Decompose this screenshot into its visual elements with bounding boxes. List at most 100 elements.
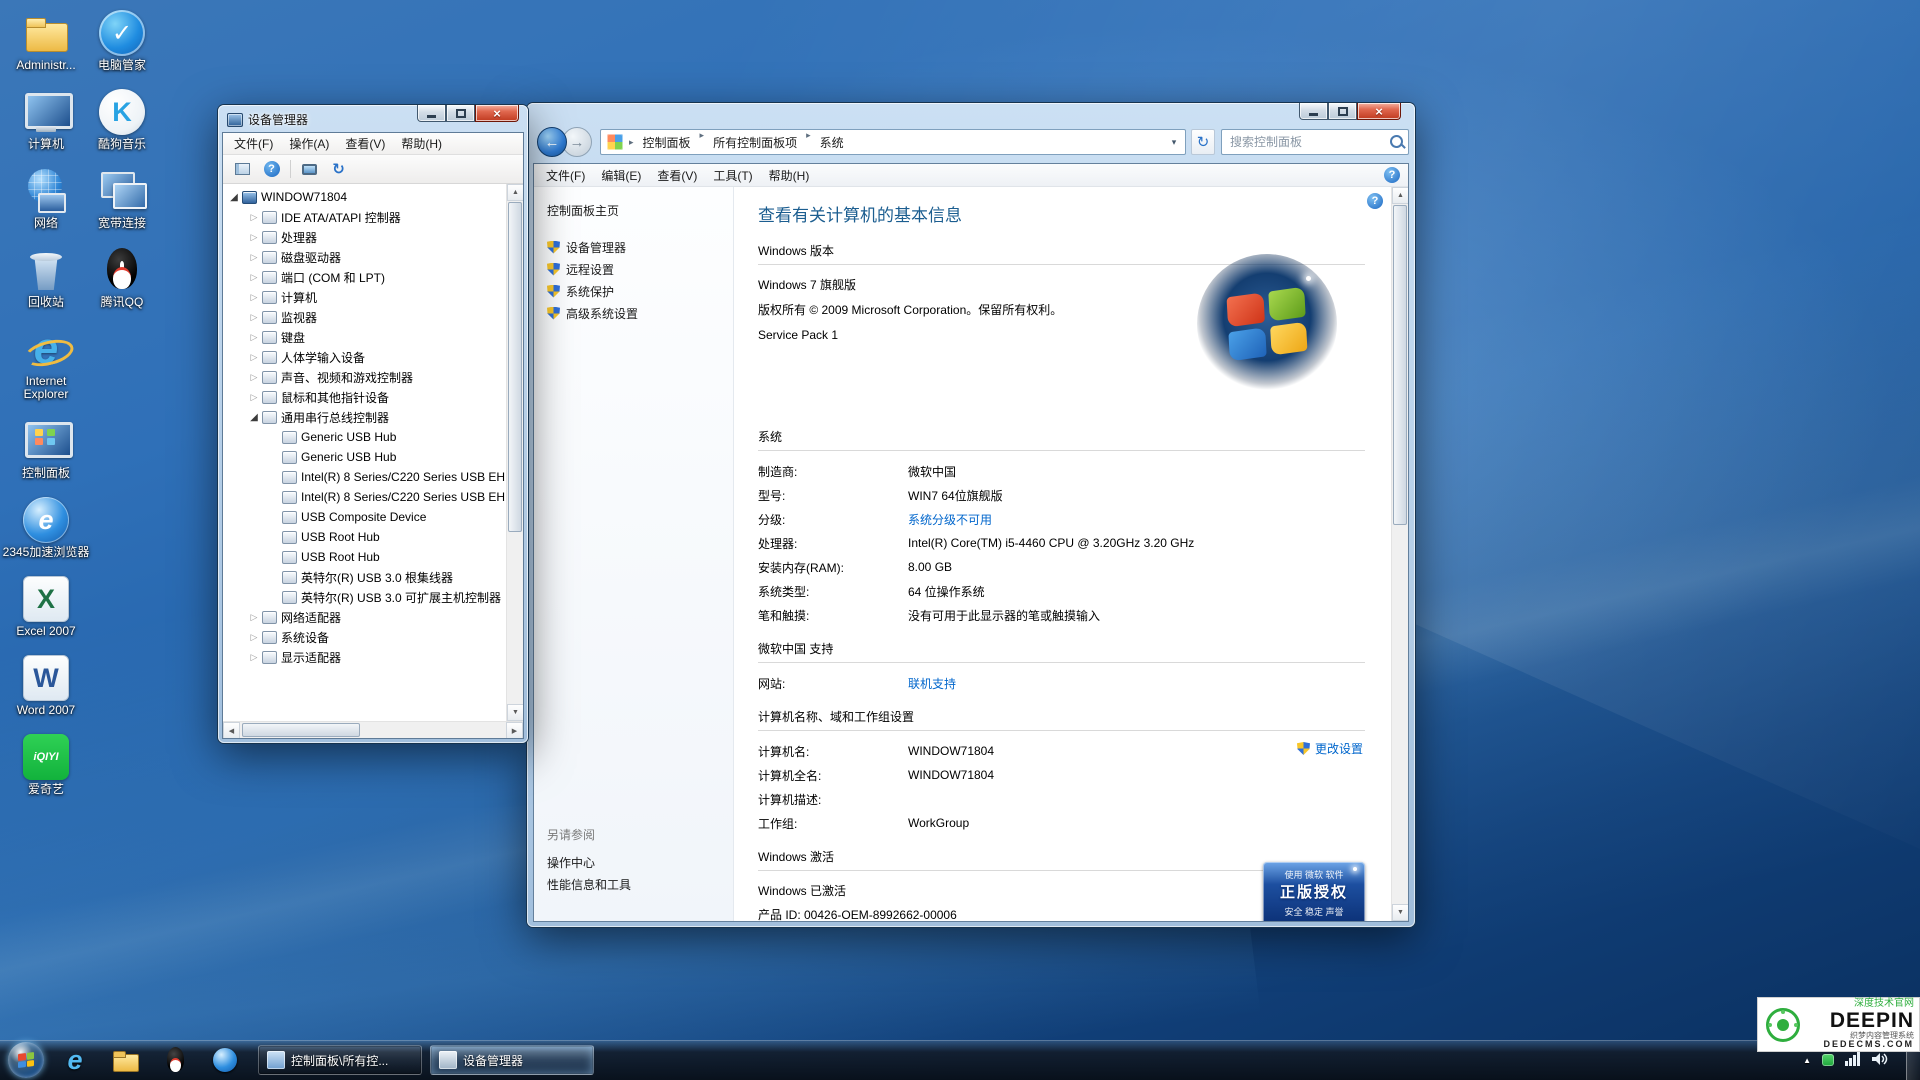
menu-item[interactable]: 文件(F)	[226, 133, 281, 155]
sidebar-task[interactable]: 系统保护	[547, 280, 733, 302]
change-settings-label[interactable]: 更改设置	[1315, 740, 1363, 757]
tree-item[interactable]: ◢ 通用串行总线控制器	[223, 407, 506, 427]
tree-item[interactable]: ▷ 监视器	[223, 307, 506, 327]
vertical-scrollbar[interactable]	[506, 184, 523, 721]
scrollbar-thumb[interactable]	[242, 723, 360, 737]
info-value[interactable]: 联机支持	[908, 675, 956, 692]
tree-item[interactable]: Generic USB Hub	[223, 447, 506, 467]
desktop-icon-computer[interactable]: 计算机	[2, 89, 90, 151]
close-button[interactable]	[475, 105, 519, 122]
tree-item[interactable]: ▷ 键盘	[223, 327, 506, 347]
tree-expander-icon[interactable]: ▷	[247, 272, 261, 283]
scroll-up-button[interactable]	[1392, 187, 1408, 204]
sidebar-task[interactable]: 设备管理器	[547, 236, 733, 258]
tree-expander-icon[interactable]: ▷	[247, 212, 261, 223]
tree-expander-icon[interactable]: ▷	[247, 232, 261, 243]
breadcrumb-item[interactable]: 系统	[813, 130, 851, 154]
tree-item[interactable]: ▷ 鼠标和其他指针设备	[223, 387, 506, 407]
desktop-icon-admin[interactable]: Administr...	[2, 10, 90, 72]
menu-item[interactable]: 查看(V)	[337, 133, 393, 155]
help-icon[interactable]	[1384, 167, 1400, 183]
tree-item[interactable]: 英特尔(R) USB 3.0 根集线器	[223, 567, 506, 587]
tree-item[interactable]: ▷ 人体学输入设备	[223, 347, 506, 367]
sidebar-task[interactable]: 高级系统设置	[547, 302, 733, 324]
help-button[interactable]	[259, 158, 284, 181]
address-dropdown-icon[interactable]	[1165, 137, 1183, 148]
tree-expander-icon[interactable]: ▷	[247, 372, 261, 383]
search-icon[interactable]	[1386, 131, 1408, 153]
menu-item[interactable]: 查看(V)	[649, 164, 705, 187]
refresh-button[interactable]	[1191, 129, 1215, 155]
minimize-button[interactable]	[1299, 103, 1328, 120]
minimize-button[interactable]	[417, 105, 446, 122]
tree-item[interactable]: ▷ 声音、视频和游戏控制器	[223, 367, 506, 387]
help-icon[interactable]	[1367, 193, 1383, 209]
tree-item[interactable]: Generic USB Hub	[223, 427, 506, 447]
taskbar-button[interactable]: 设备管理器	[430, 1045, 594, 1075]
scroll-up-button[interactable]	[507, 184, 523, 201]
tree-expander-icon[interactable]: ◢	[227, 192, 241, 203]
desktop-icon-browser2345[interactable]: e 2345加速浏览器	[2, 497, 90, 559]
volume-tray-icon[interactable]	[1872, 1052, 1888, 1069]
horizontal-scrollbar[interactable]	[223, 721, 523, 738]
sidebar-item-control-panel-home[interactable]: 控制面板主页	[547, 202, 733, 219]
address-bar[interactable]: ▸ 控制面板 ▸ 所有控制面板项 ▸ 系统	[600, 129, 1186, 155]
scrollbar-thumb[interactable]	[508, 202, 522, 532]
browser-icon[interactable]	[210, 1045, 240, 1075]
menu-item[interactable]: 文件(F)	[538, 164, 593, 187]
taskbar-button[interactable]: 控制面板\所有控...	[258, 1045, 422, 1075]
menu-item[interactable]: 帮助(H)	[393, 133, 450, 155]
sidebar-see-also-item[interactable]: 操作中心	[547, 851, 631, 873]
desktop-icon-qq[interactable]: 腾讯QQ	[78, 247, 166, 309]
tree-item[interactable]: Intel(R) 8 Series/C220 Series USB EH	[223, 467, 506, 487]
search-box[interactable]	[1221, 129, 1409, 155]
tree-item[interactable]: USB Root Hub	[223, 527, 506, 547]
tree-expander-icon[interactable]: ▷	[247, 312, 261, 323]
desktop-icon-network[interactable]: 网络	[2, 168, 90, 230]
tree-item[interactable]: ▷ 显示适配器	[223, 647, 506, 667]
tree-expander-icon[interactable]: ▷	[247, 252, 261, 263]
tree-item[interactable]: ▷ 处理器	[223, 227, 506, 247]
tree-expander-icon[interactable]: ▷	[247, 392, 261, 403]
tree-item[interactable]: ▷ 网络适配器	[223, 607, 506, 627]
tree-item[interactable]: ▷ 计算机	[223, 287, 506, 307]
desktop-icon-pcmanager[interactable]: ✓ 电脑管家	[78, 10, 166, 72]
desktop-icon-iqiyi[interactable]: iQIYI 爱奇艺	[2, 734, 90, 796]
tree-item[interactable]: ▷ 磁盘驱动器	[223, 247, 506, 267]
sidebar-task[interactable]: 远程设置	[547, 258, 733, 280]
desktop-icon-recycle[interactable]: 回收站	[2, 247, 90, 309]
tree-item[interactable]: USB Composite Device	[223, 507, 506, 527]
qq-icon[interactable]	[160, 1045, 190, 1075]
tree-expander-icon[interactable]: ▷	[247, 292, 261, 303]
maximize-button[interactable]	[446, 105, 475, 122]
sidebar-see-also-item[interactable]: 性能信息和工具	[547, 873, 631, 895]
tree-item[interactable]: ◢ WINDOW71804	[223, 187, 506, 207]
maximize-button[interactable]	[1328, 103, 1357, 120]
tree-expander-icon[interactable]: ▷	[247, 332, 261, 343]
tree-item[interactable]: ▷ 端口 (COM 和 LPT)	[223, 267, 506, 287]
desktop-icon-kugou[interactable]: K 酷狗音乐	[78, 89, 166, 151]
search-input[interactable]	[1222, 135, 1386, 149]
scroll-right-button[interactable]	[506, 722, 523, 738]
scrollbar-thumb[interactable]	[1393, 205, 1407, 525]
tree-item[interactable]: ▷ IDE ATA/ATAPI 控制器	[223, 207, 506, 227]
menu-item[interactable]: 操作(A)	[281, 133, 337, 155]
start-button[interactable]	[8, 1042, 44, 1078]
tree-expander-icon[interactable]: ▷	[247, 612, 261, 623]
scroll-left-button[interactable]	[223, 722, 240, 738]
vertical-scrollbar[interactable]	[1391, 187, 1408, 921]
device-manager-titlebar[interactable]: 设备管理器	[227, 111, 308, 128]
desktop-icon-ie[interactable]: e Internet Explorer	[2, 324, 90, 401]
tree-expander-icon[interactable]: ▷	[247, 652, 261, 663]
close-button[interactable]	[1357, 103, 1401, 120]
explorer-icon[interactable]	[110, 1045, 140, 1075]
breadcrumb-item[interactable]: 控制面板	[636, 130, 698, 154]
info-value[interactable]: 系统分级不可用	[908, 511, 992, 528]
desktop-icon-broadband[interactable]: 宽带连接	[78, 168, 166, 230]
tree-item[interactable]: USB Root Hub	[223, 547, 506, 567]
desktop-icon-word[interactable]: W Word 2007	[2, 655, 90, 717]
change-settings-link[interactable]: 更改设置	[1296, 740, 1363, 757]
desktop-icon-excel[interactable]: X Excel 2007	[2, 576, 90, 638]
refresh-button[interactable]	[326, 158, 351, 181]
back-button[interactable]	[537, 127, 567, 157]
